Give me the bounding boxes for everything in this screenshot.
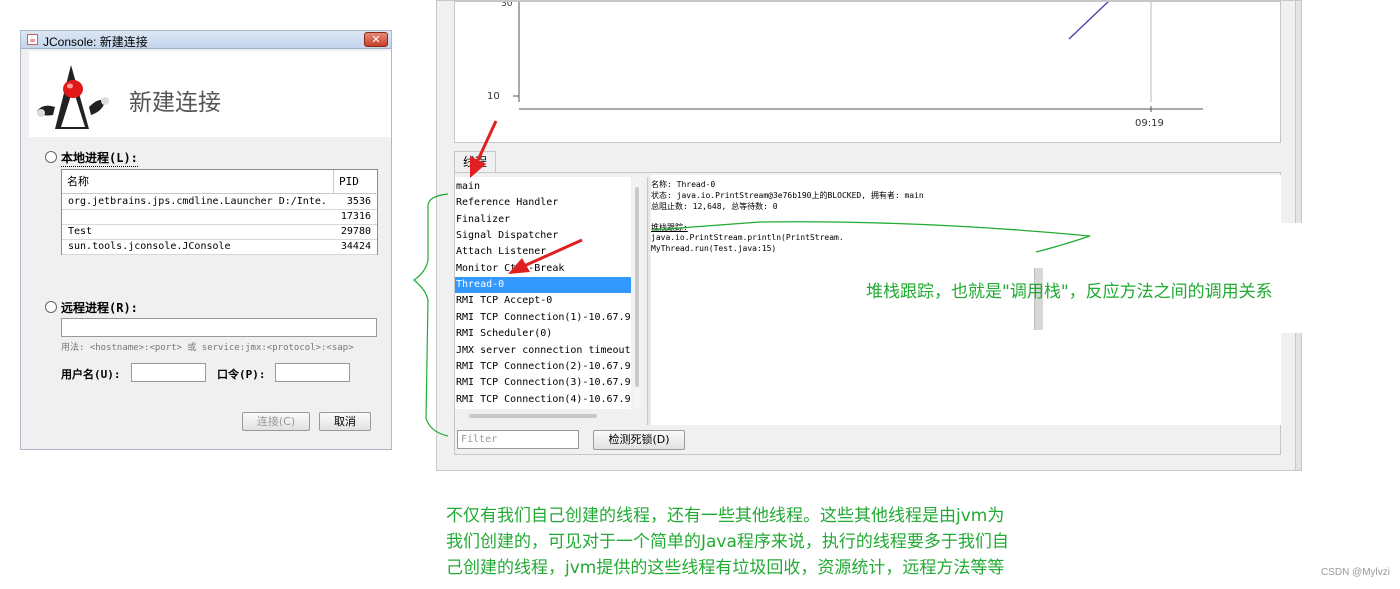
thread-filter-input[interactable]: Filter: [457, 430, 579, 449]
local-process-label[interactable]: 本地进程(L):: [61, 149, 138, 167]
chart-series-line: [1068, 2, 1109, 40]
thread-list-item[interactable]: RMI Scheduler(0): [455, 326, 631, 342]
table-row[interactable]: sun.tools.jconsole.JConsole 34424: [62, 240, 377, 255]
remote-process-label[interactable]: 远程进程(R):: [61, 299, 138, 316]
cancel-button[interactable]: 取消: [319, 412, 371, 431]
detect-deadlock-button[interactable]: 检测死锁(D): [593, 430, 685, 450]
thread-list-item[interactable]: Signal Dispatcher: [455, 228, 631, 244]
close-icon[interactable]: ✕: [364, 32, 388, 47]
process-table: 名称 PID org.jetbrains.jps.cmdline.Launche…: [61, 169, 379, 255]
process-name: org.jetbrains.jps.cmdline.Launcher D:/In…: [68, 196, 328, 207]
thread-list-item[interactable]: Thread-0: [455, 277, 631, 293]
caption-line: 我们创建的，可见对于一个简单的Java程序来说，执行的线程要多于我们自: [446, 532, 1009, 552]
thread-list-vscrollbar[interactable]: [633, 177, 641, 409]
java-icon: ☕: [27, 34, 38, 45]
process-name: sun.tools.jconsole.JConsole: [68, 241, 231, 252]
thread-list-hscrollbar[interactable]: [469, 414, 597, 418]
table-row[interactable]: Test 29780: [62, 225, 377, 240]
table-row[interactable]: 17316: [62, 210, 377, 225]
thread-state-line: 状态: java.io.PrintStream@3e76b190上的BLOCKE…: [651, 191, 924, 200]
chart-ytick-label: 30: [501, 2, 513, 9]
dialog-title: JConsole: 新建连接: [43, 35, 148, 49]
process-pid: 34424: [340, 241, 371, 252]
thread-list[interactable]: main Reference Handler Finalizer Signal Dis…: [455, 177, 631, 409]
duke-mascot-icon: [37, 65, 109, 129]
connect-button[interactable]: 连接(C): [242, 412, 310, 431]
remote-process-radio[interactable]: [45, 301, 57, 313]
username-label: 用户名(U):: [61, 368, 121, 381]
thread-list-item[interactable]: Attach Listener: [455, 244, 631, 260]
username-input[interactable]: [131, 363, 206, 382]
thread-list-item[interactable]: RMI TCP Connection(1)-10.67.95: [455, 310, 631, 326]
process-name: Test: [68, 226, 93, 237]
explanation-caption: 不仅有我们自己创建的线程，还有一些其他线程。这些其他线程是由jvm为 我们创建的…: [446, 503, 1186, 581]
process-pid: 29780: [340, 226, 371, 237]
thread-name-line: 名称: Thread-0: [651, 180, 716, 189]
chart-ytick-label: 10: [487, 91, 500, 102]
column-header-name[interactable]: 名称: [62, 170, 334, 194]
thread-list-item[interactable]: Reference Handler: [455, 195, 631, 211]
password-label: 口令(P):: [217, 368, 266, 381]
remote-process-input[interactable]: [61, 318, 377, 337]
thread-list-item[interactable]: Monitor Ctrl-Break: [455, 261, 631, 277]
thread-count-chart: 30 10 09:19: [454, 1, 1281, 143]
annotation-callout: 堆栈跟踪，也就是"调用栈"，反应方法之间的调用关系: [842, 223, 1388, 333]
table-row[interactable]: org.jetbrains.jps.cmdline.Launcher D:/In…: [62, 195, 377, 210]
thread-list-item[interactable]: Finalizer: [455, 212, 631, 228]
watermark: CSDN @Mylvzi: [1320, 567, 1390, 578]
chart-canvas: 30 10 09:19: [487, 2, 1203, 129]
dialog-banner: 新建连接: [29, 51, 391, 137]
usage-hint: 用法: <hostname>:<port> 或 service:jmx:<pro…: [61, 343, 354, 353]
thread-list-item[interactable]: RMI TCP Connection(4)-10.67.95: [455, 392, 631, 408]
local-process-radio[interactable]: [45, 151, 57, 163]
split-pane-divider[interactable]: [647, 177, 650, 425]
tab-threads[interactable]: 线程: [454, 151, 496, 173]
callout-text: 堆栈跟踪，也就是"调用栈"，反应方法之间的调用关系: [866, 282, 1273, 302]
new-connection-dialog: ☕ JConsole: 新建连接 ✕ 新建连接 本地进程(L): 名称 PID …: [20, 30, 392, 450]
scrollbar-thumb[interactable]: [635, 187, 639, 387]
dialog-heading: 新建连接: [129, 90, 221, 116]
thread-blocked-line: 总阻止数: 12,648, 总等待数: 0: [651, 202, 778, 211]
thread-list-item[interactable]: RMI TCP Accept-0: [455, 293, 631, 309]
dialog-titlebar: ☕ JConsole: 新建连接 ✕: [21, 31, 391, 49]
thread-list-item[interactable]: RMI TCP Connection(2)-10.67.95: [455, 359, 631, 375]
stack-trace-label: 堆栈跟踪:: [651, 223, 688, 232]
thread-list-item[interactable]: JMX server connection timeout: [455, 343, 631, 359]
chart-xtick-label: 09:19: [1135, 118, 1164, 129]
stack-frame: MyThread.run(Test.java:15): [651, 244, 777, 253]
process-pid: 17316: [340, 211, 371, 222]
thread-list-item[interactable]: RMI TCP Connection(3)-10.67.95: [455, 375, 631, 391]
caption-line: 己创建的线程，jvm提供的这些线程有垃圾回收，资源统计，远程方法等等: [446, 558, 1005, 578]
column-header-pid[interactable]: PID: [334, 170, 379, 194]
caption-line: 不仅有我们自己创建的线程，还有一些其他线程。这些其他线程是由jvm为: [446, 506, 1005, 526]
process-pid: 3536: [346, 196, 371, 207]
thread-list-item[interactable]: main: [455, 179, 631, 195]
password-input[interactable]: [275, 363, 350, 382]
